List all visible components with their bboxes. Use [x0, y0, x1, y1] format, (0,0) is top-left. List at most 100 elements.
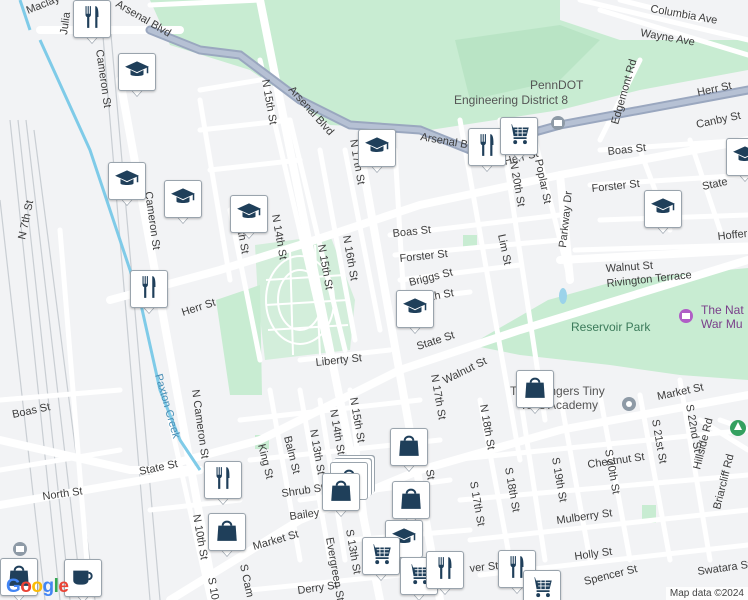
- google-logo-letter: o: [20, 576, 32, 597]
- marker-box: [390, 428, 428, 466]
- street-label: N 10th St: [190, 513, 210, 560]
- marker-box: [322, 473, 360, 511]
- street-label: Lim St: [495, 233, 513, 266]
- graduation-cap-icon: [114, 166, 140, 197]
- shopping-bag-icon: [396, 432, 422, 463]
- graduation-cap-icon: [650, 194, 676, 225]
- shopping-marker[interactable]: [390, 428, 428, 472]
- street-label: Liberty St: [315, 352, 362, 369]
- google-logo: Google: [6, 576, 69, 598]
- school-marker[interactable]: [118, 53, 156, 97]
- restaurant-marker[interactable]: [204, 461, 242, 505]
- marker-box: [358, 129, 396, 167]
- street-label: Canby St: [695, 110, 742, 131]
- shopping-bag-icon: [522, 374, 548, 405]
- google-logo-letter: e: [58, 576, 69, 597]
- street-label: th St: [430, 287, 454, 303]
- restaurant-marker[interactable]: [426, 551, 464, 595]
- graduation-cap-icon: [402, 294, 428, 325]
- restaurant-marker[interactable]: [73, 0, 111, 44]
- place-label: War Mu: [701, 317, 743, 331]
- landmark-poi-icon: [13, 542, 27, 556]
- street-label: Boas St: [11, 401, 51, 421]
- marker-box: [108, 162, 146, 200]
- shopping-marker[interactable]: [208, 513, 246, 557]
- marker-box: [396, 290, 434, 328]
- shopping-marker[interactable]: [516, 370, 554, 414]
- map-data-credit: Map data ©2024: [665, 587, 748, 600]
- fork-knife-icon: [136, 274, 162, 305]
- marker-box: [204, 461, 242, 499]
- coffee-cup-icon: [70, 563, 96, 594]
- place-label: The Nat: [701, 303, 744, 317]
- school-marker[interactable]: [726, 138, 748, 182]
- marker-box: [500, 117, 538, 155]
- street-label: Forster St: [591, 178, 640, 195]
- penndot-poi-icon: [551, 116, 565, 130]
- marker-box: [644, 190, 682, 228]
- graduation-cap-icon: [732, 142, 748, 173]
- marker-box: [516, 370, 554, 408]
- place-label: Reservoir Park: [571, 320, 651, 334]
- street-label: S 17th St: [467, 480, 487, 527]
- pond: [559, 288, 567, 304]
- academy-poi-icon: [622, 397, 636, 411]
- marker-box: [164, 180, 202, 218]
- restaurant-marker[interactable]: [130, 270, 168, 314]
- street-label: S 18th St: [502, 466, 522, 513]
- marker-box: [392, 481, 430, 519]
- street-label: Cameron St: [93, 49, 113, 109]
- google-logo-letter: o: [31, 576, 43, 597]
- place-label: Engineering District 8: [454, 93, 568, 107]
- street-label: Swatara St: [697, 559, 748, 578]
- school-marker[interactable]: [108, 162, 146, 206]
- graduation-cap-icon: [236, 199, 262, 230]
- marker-box: [726, 138, 748, 176]
- map-base: Maclay St Arsenal Blvd Arsenal Blvd Arse…: [0, 0, 748, 600]
- street-label: N Cameron St: [189, 389, 211, 460]
- school-marker[interactable]: [644, 190, 682, 234]
- school-marker[interactable]: [358, 129, 396, 173]
- marker-box: [73, 0, 111, 38]
- park-area: [463, 235, 477, 247]
- school-marker[interactable]: [230, 195, 268, 239]
- street-label: Walnut St: [605, 260, 653, 275]
- shopping-bag-icon: [398, 485, 424, 516]
- grocery-marker[interactable]: [362, 537, 400, 581]
- graduation-cap-icon: [170, 184, 196, 215]
- street-label: S Cam: [237, 563, 256, 598]
- shopping-cart-icon: [506, 121, 532, 152]
- street-label: Herr St: [180, 297, 217, 319]
- shopping-marker[interactable]: [392, 481, 430, 525]
- google-logo-letter: g: [42, 576, 55, 597]
- graduation-cap-icon: [124, 57, 150, 88]
- marker-box: [64, 559, 102, 597]
- school-marker[interactable]: [164, 180, 202, 224]
- shopping-bag-icon: [328, 477, 354, 508]
- tree-poi-icon: [730, 420, 746, 436]
- google-logo-letter: G: [6, 576, 21, 597]
- museum-poi-icon: [679, 309, 693, 323]
- cafe-marker[interactable]: [64, 559, 102, 600]
- shopping-bag-icon: [214, 517, 240, 548]
- marker-box: [130, 270, 168, 308]
- grocery-marker[interactable]: [500, 117, 538, 161]
- street-label: Spencer St: [583, 563, 639, 588]
- marker-box: [362, 537, 400, 575]
- street-label: Forster St: [399, 248, 448, 265]
- fork-knife-icon: [432, 555, 458, 586]
- marker-box: [208, 513, 246, 551]
- street-label: S 19th St: [549, 456, 569, 503]
- map-canvas[interactable]: Maclay St Arsenal Blvd Arsenal Blvd Arse…: [0, 0, 748, 600]
- street-label: N 18th St: [477, 403, 497, 450]
- fork-knife-icon: [79, 4, 105, 35]
- shopping-marker[interactable]: [322, 473, 360, 517]
- marker-box: [118, 53, 156, 91]
- street-label: Walnut St: [441, 355, 489, 387]
- grocery-marker[interactable]: [523, 570, 561, 600]
- fork-knife-icon: [474, 132, 500, 163]
- marker-box: [230, 195, 268, 233]
- street-label: Briggs St: [408, 266, 454, 288]
- school-marker[interactable]: [396, 290, 434, 334]
- shopping-cart-icon: [368, 541, 394, 572]
